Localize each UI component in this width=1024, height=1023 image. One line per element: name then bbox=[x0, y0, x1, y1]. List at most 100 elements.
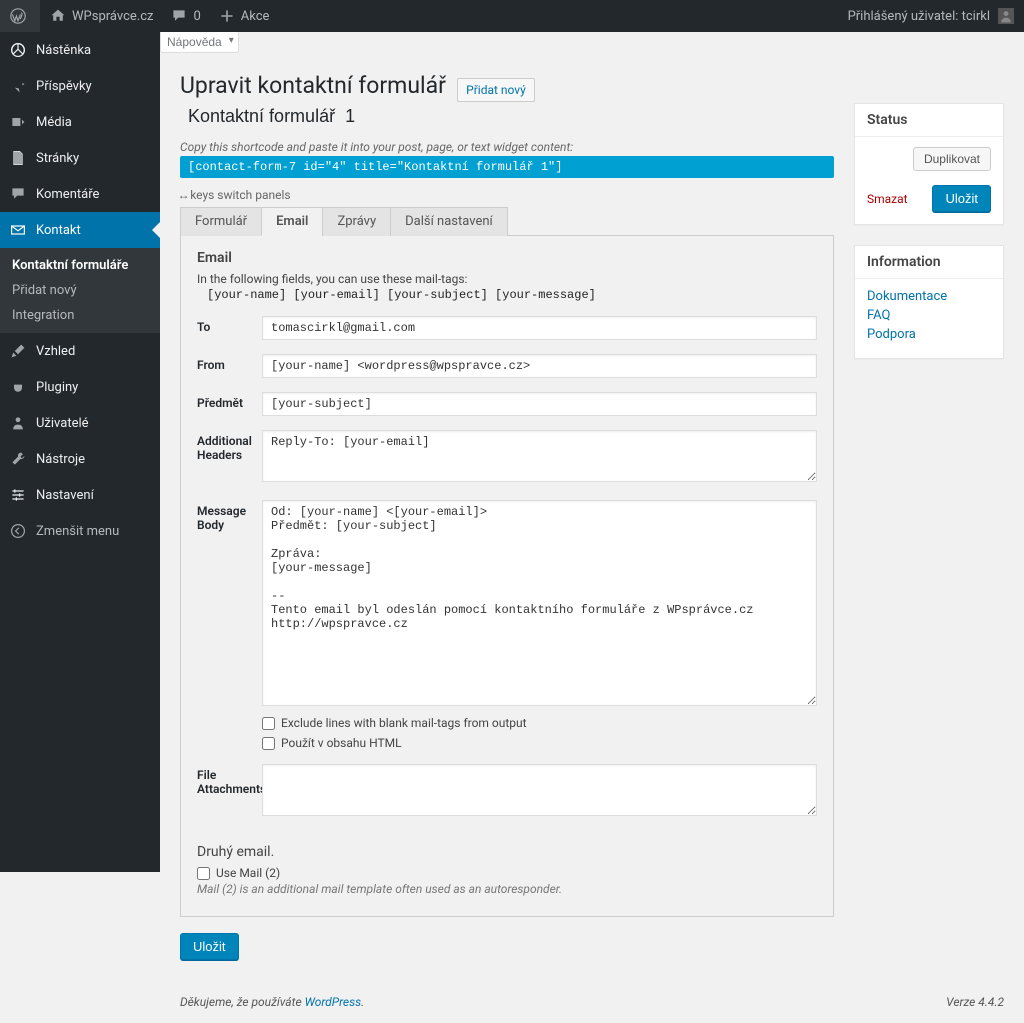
email-heading: Email bbox=[197, 250, 817, 266]
body-input[interactable] bbox=[262, 500, 817, 706]
sidebar-item-label: Média bbox=[36, 115, 72, 130]
sidebar-item-settings[interactable]: Nastavení bbox=[0, 477, 160, 513]
admin-bar: WPsprávce.cz 0 Akce Přihlášený uživatel:… bbox=[0, 0, 1024, 32]
use-mail2-label: Use Mail (2) bbox=[216, 866, 280, 880]
brush-icon bbox=[8, 341, 28, 361]
info-link[interactable]: Dokumentace bbox=[867, 289, 991, 304]
comments-count: 0 bbox=[193, 9, 200, 24]
my-account[interactable]: Přihlášený uživatel: tcirkl bbox=[840, 0, 1024, 32]
logged-in-text: Přihlášený uživatel: tcirkl bbox=[848, 9, 990, 24]
headers-input[interactable] bbox=[262, 430, 817, 482]
use-html-label: Použít v obsahu HTML bbox=[281, 736, 402, 750]
sidebar-item-tools[interactable]: Nástroje bbox=[0, 441, 160, 477]
tab-zprávy[interactable]: Zprávy bbox=[322, 207, 391, 236]
wp-logo[interactable] bbox=[0, 0, 40, 32]
headers-label: Additional Headers bbox=[197, 430, 262, 486]
sidebar-item-label: Komentáře bbox=[36, 187, 99, 202]
plug-icon bbox=[8, 377, 28, 397]
delete-link[interactable]: Smazat bbox=[867, 192, 908, 206]
new-content-link[interactable]: Akce bbox=[209, 0, 278, 32]
use-mail2-checkbox[interactable] bbox=[197, 867, 210, 880]
sidebar-item-users[interactable]: Uživatelé bbox=[0, 405, 160, 441]
mail-icon bbox=[8, 220, 28, 240]
exclude-blank-checkbox[interactable] bbox=[262, 717, 275, 730]
mail-tags-hint: In the following fields, you can use the… bbox=[197, 272, 467, 286]
pin-icon bbox=[8, 76, 28, 96]
status-postbox: Status Duplikovat Smazat Uložit bbox=[854, 103, 1004, 225]
information-title: Information bbox=[855, 246, 1003, 279]
tab-další-nastavení[interactable]: Další nastavení bbox=[390, 207, 508, 236]
body-label: Message Body bbox=[197, 500, 262, 750]
wrench-icon bbox=[8, 449, 28, 469]
mail2-heading: Druhý email. bbox=[197, 844, 817, 860]
tab-formulář[interactable]: Formulář bbox=[180, 207, 262, 236]
status-title: Status bbox=[855, 104, 1003, 137]
to-label: To bbox=[197, 316, 262, 340]
tab-email[interactable]: Email bbox=[261, 207, 323, 236]
mail2-hint: Mail (2) is an additional mail template … bbox=[197, 882, 817, 896]
help-toggle[interactable]: Nápověda bbox=[160, 32, 239, 53]
info-link[interactable]: Podpora bbox=[867, 327, 991, 342]
site-name-link[interactable]: WPsprávce.cz bbox=[40, 0, 161, 32]
shortcode-hint: Copy this shortcode and paste it into yo… bbox=[180, 140, 834, 154]
comment-icon bbox=[169, 6, 189, 26]
page-title: Upravit kontaktní formulář bbox=[180, 63, 446, 103]
user-icon bbox=[8, 413, 28, 433]
mail-tags-list: [your-name] [your-email] [your-subject] … bbox=[207, 288, 817, 302]
admin-sidebar: Nástěnka Příspěvky Média Stránky Komentáře Ko… bbox=[0, 32, 160, 872]
sidebar-item-posts[interactable]: Příspěvky bbox=[0, 68, 160, 104]
comment-icon bbox=[8, 184, 28, 204]
comments-link[interactable]: 0 bbox=[161, 0, 208, 32]
sidebar-item-pages[interactable]: Stránky bbox=[0, 140, 160, 176]
exclude-blank-label: Exclude lines with blank mail-tags from … bbox=[281, 716, 527, 730]
sidebar-item-media[interactable]: Média bbox=[0, 104, 160, 140]
subject-label: Předmět bbox=[197, 392, 262, 416]
duplicate-button[interactable]: Duplikovat bbox=[913, 147, 991, 171]
panel-switch-hint: ↔ keys switch panels bbox=[180, 188, 834, 203]
collapse-menu[interactable]: Zmenšit menu bbox=[0, 513, 160, 549]
site-name: WPsprávce.cz bbox=[72, 9, 153, 24]
sidebar-item-label: Příspěvky bbox=[36, 79, 92, 94]
to-input[interactable] bbox=[262, 316, 817, 340]
add-new-button[interactable]: Přidat nový bbox=[457, 78, 535, 102]
form-title-input[interactable] bbox=[180, 103, 834, 130]
sidebar-item-label: Stránky bbox=[36, 151, 79, 166]
save-button-side[interactable]: Uložit bbox=[932, 185, 991, 212]
page-icon bbox=[8, 148, 28, 168]
shortcode-display[interactable]: [contact-form-7 id="4" title="Kontaktní … bbox=[180, 156, 834, 178]
content: Nápověda Upravit kontaktní formulář Přid… bbox=[160, 32, 1024, 1023]
dashboard-icon bbox=[8, 40, 28, 60]
sidebar-item-label: Nástroje bbox=[36, 452, 85, 467]
version-text: Verze 4.4.2 bbox=[946, 995, 1004, 1009]
sidebar-item-comments[interactable]: Komentáře bbox=[0, 176, 160, 212]
submenu-item[interactable]: Přidat nový bbox=[0, 278, 160, 303]
attachments-input[interactable] bbox=[262, 764, 817, 816]
wordpress-link[interactable]: WordPress bbox=[305, 995, 362, 1009]
sidebar-item-dashboard[interactable]: Nástěnka bbox=[0, 32, 160, 68]
use-html-checkbox[interactable] bbox=[262, 737, 275, 750]
subject-input[interactable] bbox=[262, 392, 817, 416]
submenu-item[interactable]: Integration bbox=[0, 303, 160, 328]
avatar-icon bbox=[996, 6, 1016, 26]
sidebar-item-contact[interactable]: Kontakt bbox=[0, 212, 160, 248]
sidebar-item-label: Nástěnka bbox=[36, 43, 91, 58]
from-input[interactable] bbox=[262, 354, 817, 378]
info-link[interactable]: FAQ bbox=[867, 308, 991, 323]
email-panel: Email In the following fields, you can u… bbox=[180, 236, 834, 917]
collapse-icon bbox=[8, 521, 28, 541]
sidebar-item-label: Uživatelé bbox=[36, 416, 89, 431]
panel-tabs: FormulářEmailZprávyDalší nastavení bbox=[180, 207, 834, 236]
home-icon bbox=[48, 6, 68, 26]
collapse-label: Zmenšit menu bbox=[36, 524, 119, 539]
new-label: Akce bbox=[241, 9, 270, 24]
media-icon bbox=[8, 112, 28, 132]
information-postbox: Information Dokumentace FAQ Podpora bbox=[854, 245, 1004, 359]
sidebar-item-appearance[interactable]: Vzhled bbox=[0, 333, 160, 369]
wordpress-icon bbox=[8, 6, 28, 26]
sidebar-item-label: Kontakt bbox=[36, 223, 81, 238]
save-button-bottom[interactable]: Uložit bbox=[180, 933, 239, 960]
sidebar-item-label: Vzhled bbox=[36, 344, 75, 359]
sliders-icon bbox=[8, 485, 28, 505]
sidebar-item-plugins[interactable]: Pluginy bbox=[0, 369, 160, 405]
submenu-item[interactable]: Kontaktní formuláře bbox=[0, 253, 160, 278]
